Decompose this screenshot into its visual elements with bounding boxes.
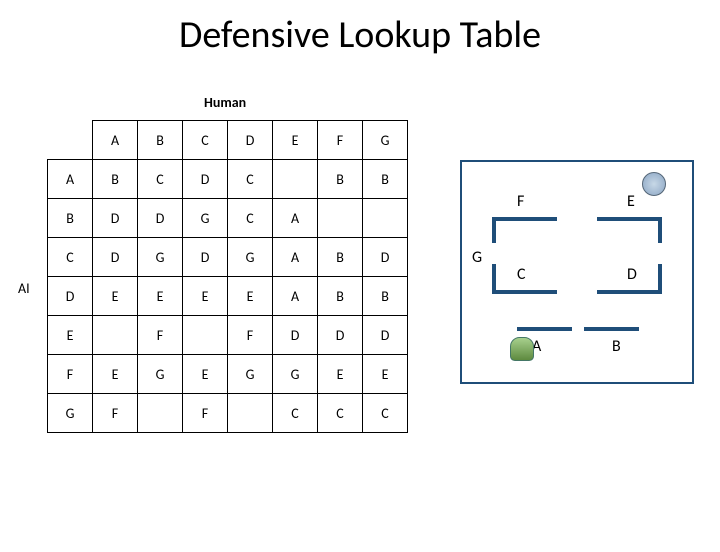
page-title: Defensive Lookup Table	[0, 12, 720, 58]
col-header: A	[93, 121, 138, 160]
zone-top-right: E	[627, 192, 635, 211]
human-axis-label: Human	[204, 94, 246, 111]
zone-mid-right: D	[627, 265, 637, 284]
zone-mid-left: C	[517, 265, 526, 284]
row-header: E	[48, 316, 93, 355]
ai-axis-label: AI	[18, 280, 30, 297]
row-header: A	[48, 160, 93, 199]
row-header: F	[48, 355, 93, 394]
row-header: D	[48, 277, 93, 316]
row-header: C	[48, 238, 93, 277]
col-header: C	[183, 121, 228, 160]
col-header: B	[138, 121, 183, 160]
row-header: B	[48, 199, 93, 238]
robot-icon	[642, 172, 666, 196]
zone-top-left: F	[517, 192, 524, 211]
player-icon	[510, 337, 534, 361]
game-board: G F E C D A B	[460, 160, 694, 384]
lookup-table: A B C D E F G ABCDCBB BDDGCA CDGDGABD DE…	[47, 120, 408, 433]
zone-bot-right: B	[612, 337, 621, 356]
col-header: G	[363, 121, 408, 160]
col-header: D	[228, 121, 273, 160]
col-header: E	[273, 121, 318, 160]
row-header: G	[48, 394, 93, 433]
col-header: F	[318, 121, 363, 160]
zone-center: G	[472, 248, 482, 267]
